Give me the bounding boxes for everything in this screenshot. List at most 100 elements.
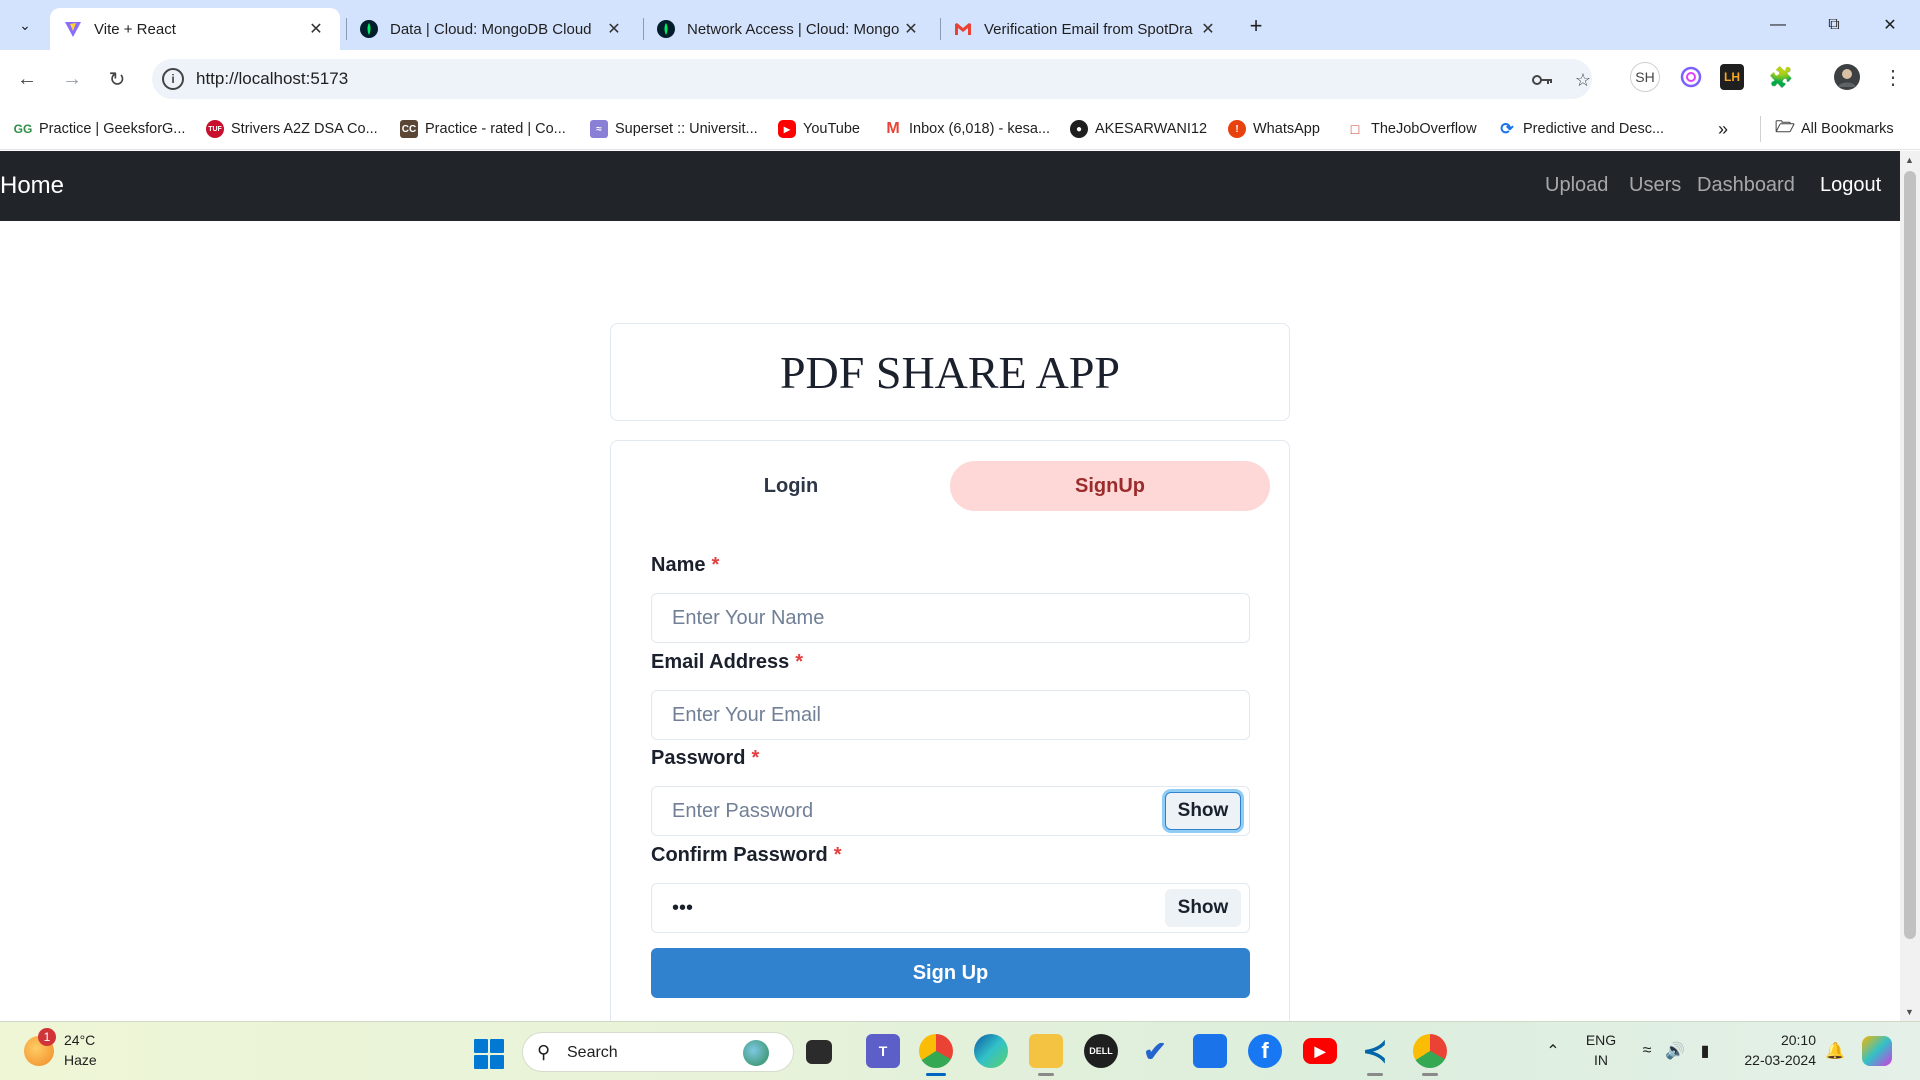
close-icon[interactable]: ✕ [901,19,921,39]
chrome-icon[interactable] [919,1034,953,1068]
star-icon[interactable]: ☆ [1570,67,1596,93]
teams-icon[interactable]: T [866,1034,900,1068]
key-icon[interactable] [1530,67,1556,93]
bookmark-item[interactable]: □ TheJobOverflow [1346,118,1477,140]
store-icon[interactable] [1193,1034,1227,1068]
avatar[interactable] [1832,62,1862,92]
show-password-button[interactable]: Show [1165,792,1241,830]
url-text[interactable]: http://localhost:5173 [196,69,348,89]
task-view-icon[interactable] [806,1040,832,1064]
wifi-icon[interactable]: ≈ [1636,1040,1658,1062]
back-button[interactable]: ← [10,62,44,96]
weather-temperature[interactable]: 24°C [64,1032,95,1048]
close-window-button[interactable]: ✕ [1866,10,1914,40]
scroll-thumb[interactable] [1904,171,1916,939]
puzzle-icon[interactable]: 🧩 [1766,62,1796,92]
new-tab-button[interactable]: + [1242,12,1270,40]
email-label-text: Email Address [651,651,790,673]
password-input[interactable] [651,786,1250,836]
notification-bell-icon[interactable]: 🔔 [1824,1040,1846,1062]
nav-home-link[interactable]: Home [0,172,64,200]
bookmark-item[interactable]: ▶ YouTube [778,118,860,140]
gmail-icon: M [886,120,900,137]
forward-button[interactable]: → [55,62,89,96]
globe-icon [743,1040,769,1066]
folder-icon: 🗁 [1775,118,1795,136]
profile-sh-icon[interactable]: SH [1630,62,1660,92]
menu-dots-icon[interactable]: ⋮ [1878,62,1908,92]
volume-icon[interactable]: 🔊 [1664,1040,1686,1062]
taskbar-search[interactable]: ⚲ Search [522,1032,794,1072]
mongodb-icon [360,20,378,38]
app-indicator [1038,1073,1054,1076]
nav-dashboard-link[interactable]: Dashboard [1697,174,1795,197]
windows-start-icon[interactable] [474,1039,504,1069]
superset-icon: ≈ [590,120,608,138]
scroll-down-icon[interactable]: ▼ [1905,1007,1914,1017]
address-bar[interactable]: i http://localhost:5173 ☆ [152,59,1592,99]
clock-date[interactable]: 22-03-2024 [1732,1052,1816,1068]
browser-tab[interactable]: Network Access | Cloud: Mongo ✕ [643,8,935,50]
bookmark-label: TheJobOverflow [1371,121,1477,137]
copilot-icon[interactable] [1862,1036,1892,1066]
show-confirm-password-button[interactable]: Show [1165,889,1241,927]
nav-logout-link[interactable]: Logout [1820,174,1881,197]
name-label-text: Name [651,554,706,576]
search-icon: ⚲ [537,1042,551,1062]
bookmark-label: All Bookmarks [1801,121,1894,137]
weather-condition[interactable]: Haze [64,1052,97,1068]
bookmark-item[interactable]: ≈ Superset :: Universit... [590,118,758,140]
vscode-icon[interactable]: ≺ [1358,1034,1392,1068]
battery-icon[interactable]: ▮ [1694,1040,1716,1062]
page-scrollbar[interactable]: ▲ ▼ [1900,151,1920,1021]
confirm-password-input[interactable] [651,883,1250,933]
youtube-icon[interactable]: ▶ [1303,1038,1337,1064]
browser-tab[interactable]: Data | Cloud: MongoDB Cloud ✕ [346,8,638,50]
browser-tab[interactable]: Verification Email from SpotDra ✕ [940,8,1232,50]
minimize-button[interactable]: — [1754,10,1802,40]
youtube-icon: ▶ [778,120,796,138]
required-mark: * [833,844,842,866]
extension-swirl-icon[interactable] [1676,62,1706,92]
info-icon[interactable]: i [162,68,184,90]
nav-upload-link[interactable]: Upload [1545,174,1608,197]
nav-users-link[interactable]: Users [1629,174,1681,197]
bookmark-label: Inbox (6,018) - kesa... [909,121,1051,137]
bookmark-item[interactable]: M Inbox (6,018) - kesa... [884,118,1050,140]
signup-submit-button[interactable]: Sign Up [651,948,1250,998]
bookmark-item[interactable]: TUF Strivers A2Z DSA Co... [206,118,378,140]
clock-time[interactable]: 20:10 [1732,1032,1816,1048]
tab-login[interactable]: Login [631,461,951,511]
scroll-up-icon[interactable]: ▲ [1905,155,1914,165]
tab-search-button[interactable]: ⌄ [9,10,41,40]
bookmark-item[interactable]: GG Practice | GeeksforG... [14,118,186,140]
chevron-up-icon[interactable]: ⌃ [1542,1040,1564,1062]
dell-icon[interactable]: DELL [1084,1034,1118,1068]
close-icon[interactable]: ✕ [306,19,326,39]
all-bookmarks-button[interactable]: 🗁 All Bookmarks [1775,118,1894,140]
close-icon[interactable]: ✕ [604,19,624,39]
bookmark-item[interactable]: ● AKESARWANI12 [1070,118,1207,140]
todo-check-icon[interactable]: ✔ [1138,1034,1172,1068]
edge-icon[interactable] [974,1034,1008,1068]
bookmark-item[interactable]: ! WhatsApp [1228,118,1320,140]
bookmark-item[interactable]: CC Practice - rated | Co... [400,118,566,140]
bookmark-item[interactable]: ⟳ Predictive and Desc... [1498,118,1664,140]
extension-lh-icon[interactable]: LH [1720,64,1744,90]
language-indicator[interactable]: ENG [1582,1032,1620,1048]
email-input[interactable] [651,690,1250,740]
facebook-icon[interactable]: f [1248,1034,1282,1068]
restore-button[interactable]: ⧉ [1810,10,1858,40]
tab-signup[interactable]: SignUp [950,461,1270,511]
file-explorer-icon[interactable] [1029,1034,1063,1068]
browser-tab[interactable]: Vite + React ✕ [50,8,340,50]
chrome-icon[interactable] [1413,1034,1447,1068]
more-bookmarks-button[interactable]: » [1718,118,1728,140]
reload-button[interactable]: ↻ [100,62,134,96]
arrow-right-icon: → [62,67,82,90]
region-indicator[interactable]: IN [1582,1052,1620,1068]
name-input[interactable] [651,593,1250,643]
reload-icon: ↻ [108,68,126,91]
close-icon: ✕ [1883,17,1897,34]
close-icon[interactable]: ✕ [1198,19,1218,39]
